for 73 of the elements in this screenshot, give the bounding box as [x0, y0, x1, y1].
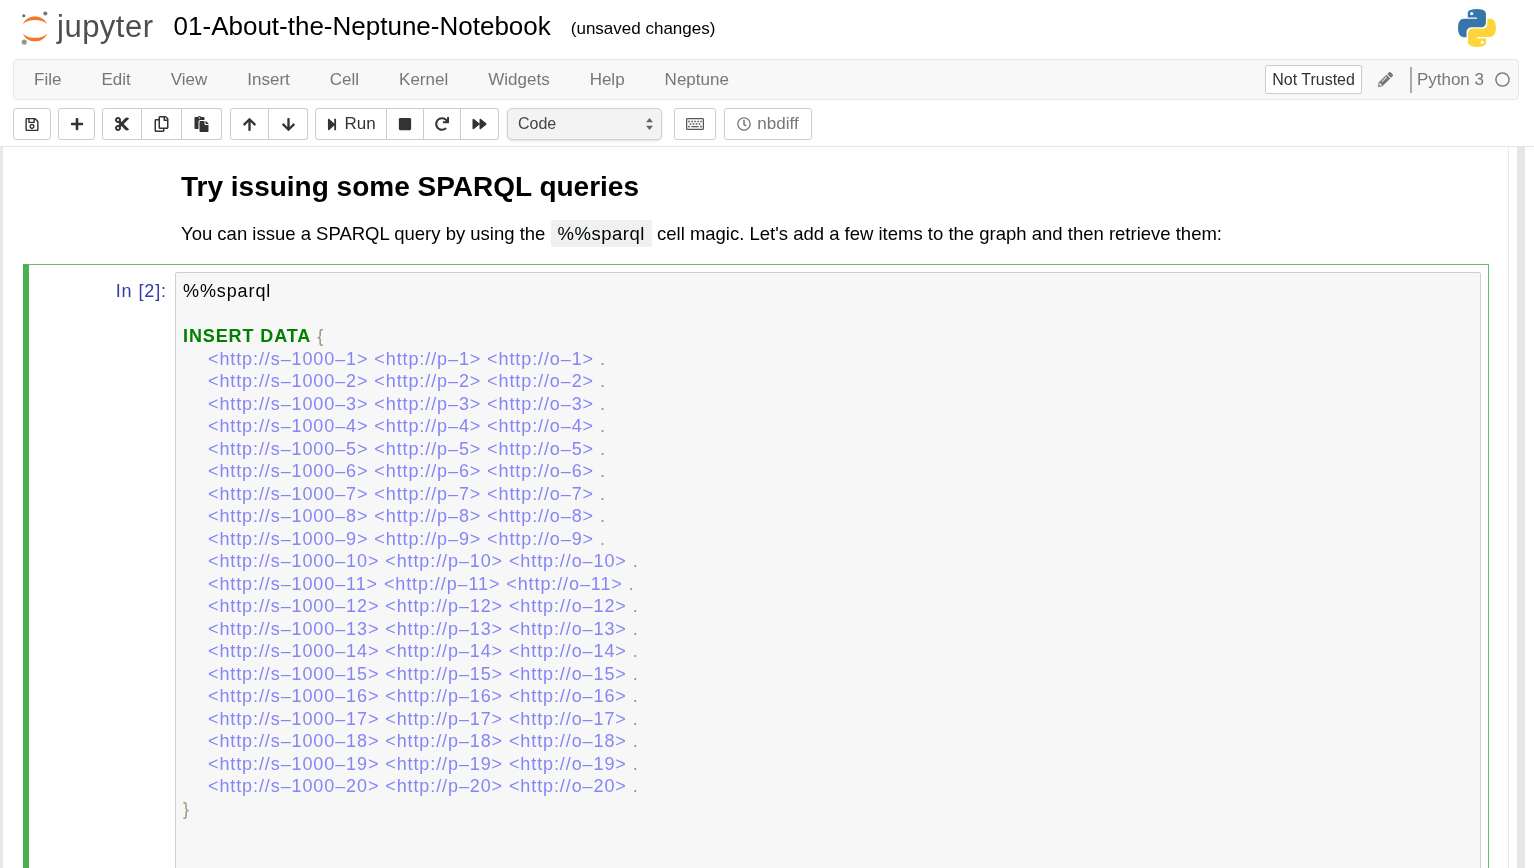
menu-item[interactable]: Neptune [644, 60, 749, 99]
code-line: <http://s–1000–12> <http://p–12> <http://o–12> . [208, 595, 639, 618]
plus-icon [69, 117, 84, 131]
code-line: %%sparql [183, 280, 272, 303]
save-button[interactable] [13, 108, 51, 140]
trust-button[interactable]: Not Trusted [1265, 65, 1362, 94]
scrollbar[interactable] [1517, 147, 1525, 868]
restart-icon [435, 117, 449, 131]
paste-icon [194, 116, 209, 132]
code-line: <http://s–1000–18> <http://p–18> <http://o–18> . [208, 730, 639, 753]
nbdiff-button[interactable]: nbdiff [724, 108, 812, 140]
code-line: <http://s–1000–19> <http://p–19> <http://o–19> . [208, 752, 639, 775]
save-icon [25, 116, 39, 132]
code-line: INSERT DATA { [183, 325, 325, 348]
menu-item[interactable]: Help [569, 60, 645, 99]
logo-icon [20, 11, 50, 45]
clock-icon [737, 117, 752, 131]
menu-item[interactable]: Kernel [379, 60, 469, 99]
code-line: <http://s–1000–20> <http://p–20> <http://o–20> . [208, 775, 639, 798]
code-line: <http://s–1000–8> <http://p–8> <http://o–8> . [208, 505, 606, 528]
move-down-button[interactable] [269, 108, 308, 140]
language-logo-icon [1458, 9, 1496, 47]
stop-icon [398, 117, 412, 131]
code-line: <http://s–1000–9> <http://p–9> <http://o–9> . [208, 527, 606, 550]
menu-item[interactable]: Insert [227, 60, 310, 99]
code-line: <http://s–1000–16> <http://p–16> <http://o–16> . [208, 685, 639, 708]
save-status: (unsaved changes) [570, 19, 716, 37]
code-line: <http://s–1000–11> <http://p–11> <http://o–11> . [208, 572, 635, 595]
fast-forward-icon [472, 117, 487, 131]
cell-type-select[interactable]: Code [507, 108, 662, 140]
code-line: <http://s–1000–10> <http://p–10> <http://o–10> . [208, 550, 639, 573]
move-up-button[interactable] [230, 108, 269, 140]
paragraph-text: You can issue a SPARQL query by using the %%sparql cell magic. Let's add a few items to the graph and then retrieve them: [181, 221, 1488, 247]
code-line: <http://s–1000–13> <http://p–13> <http://o–13> . [208, 617, 639, 640]
code-line: } [183, 797, 190, 820]
cell-prompt: In [2]: [115, 280, 167, 303]
pencil-icon[interactable] [1377, 72, 1393, 87]
menu-item[interactable]: View [150, 60, 228, 99]
code-line: <http://s–1000–5> <http://p–5> <http://o–5> . [208, 437, 606, 460]
fast-forward-button[interactable] [461, 108, 499, 140]
insert-cell-button[interactable] [58, 108, 95, 140]
code-line: <http://s–1000–15> <http://p–15> <http://o–15> . [208, 662, 639, 685]
copy-icon [154, 116, 169, 132]
cut-button[interactable] [102, 108, 142, 140]
code-line: <http://s–1000–4> <http://p–4> <http://o–4> . [208, 415, 606, 438]
heading: Try issuing some SPARQL queries [181, 170, 640, 204]
kernel-name[interactable]: Python 3 [1416, 66, 1484, 93]
markdown-cell[interactable]: Try issuing some SPARQL queries You can issue a SPARQL query by using the %%sparql cell magic. Let's add a few items to the graph and then retrieve them: [23, 169, 1489, 258]
arrow-up-icon [242, 116, 257, 132]
run-button[interactable]: Run [315, 108, 387, 140]
menu-item[interactable]: Edit [81, 60, 151, 99]
menu-item[interactable]: Cell [309, 60, 380, 99]
notebook-title[interactable]: 01-About-the-Neptune-Notebook [173, 13, 551, 39]
code-line: <http://s–1000–14> <http://p–14> <http://o–14> . [208, 640, 639, 663]
logo-text: jupyter [57, 10, 154, 42]
stop-button[interactable] [387, 108, 424, 140]
scissors-icon [114, 116, 130, 132]
menu-item[interactable]: Widgets [468, 60, 570, 99]
restart-button[interactable] [424, 108, 461, 140]
step-forward-icon [326, 117, 339, 131]
code-line: <http://s–1000–2> <http://p–2> <http://o–2> . [208, 370, 606, 393]
code-line: <http://s–1000–1> <http://p–1> <http://o–1> . [208, 347, 606, 370]
code-line: <http://s–1000–6> <http://p–6> <http://o–6> . [208, 460, 606, 483]
code-line: <http://s–1000–17> <http://p–17> <http://o–17> . [208, 707, 639, 730]
code-line: <http://s–1000–7> <http://p–7> <http://o–7> . [208, 482, 606, 505]
menu-item[interactable]: File [14, 60, 82, 99]
keyboard-icon [686, 116, 704, 132]
code-line: <http://s–1000–3> <http://p–3> <http://o–3> . [208, 392, 606, 415]
updown-caret-icon [646, 118, 653, 130]
arrow-down-icon [280, 116, 296, 132]
paste-button[interactable] [182, 108, 222, 140]
keyboard-button[interactable] [674, 108, 716, 140]
copy-button[interactable] [142, 108, 182, 140]
